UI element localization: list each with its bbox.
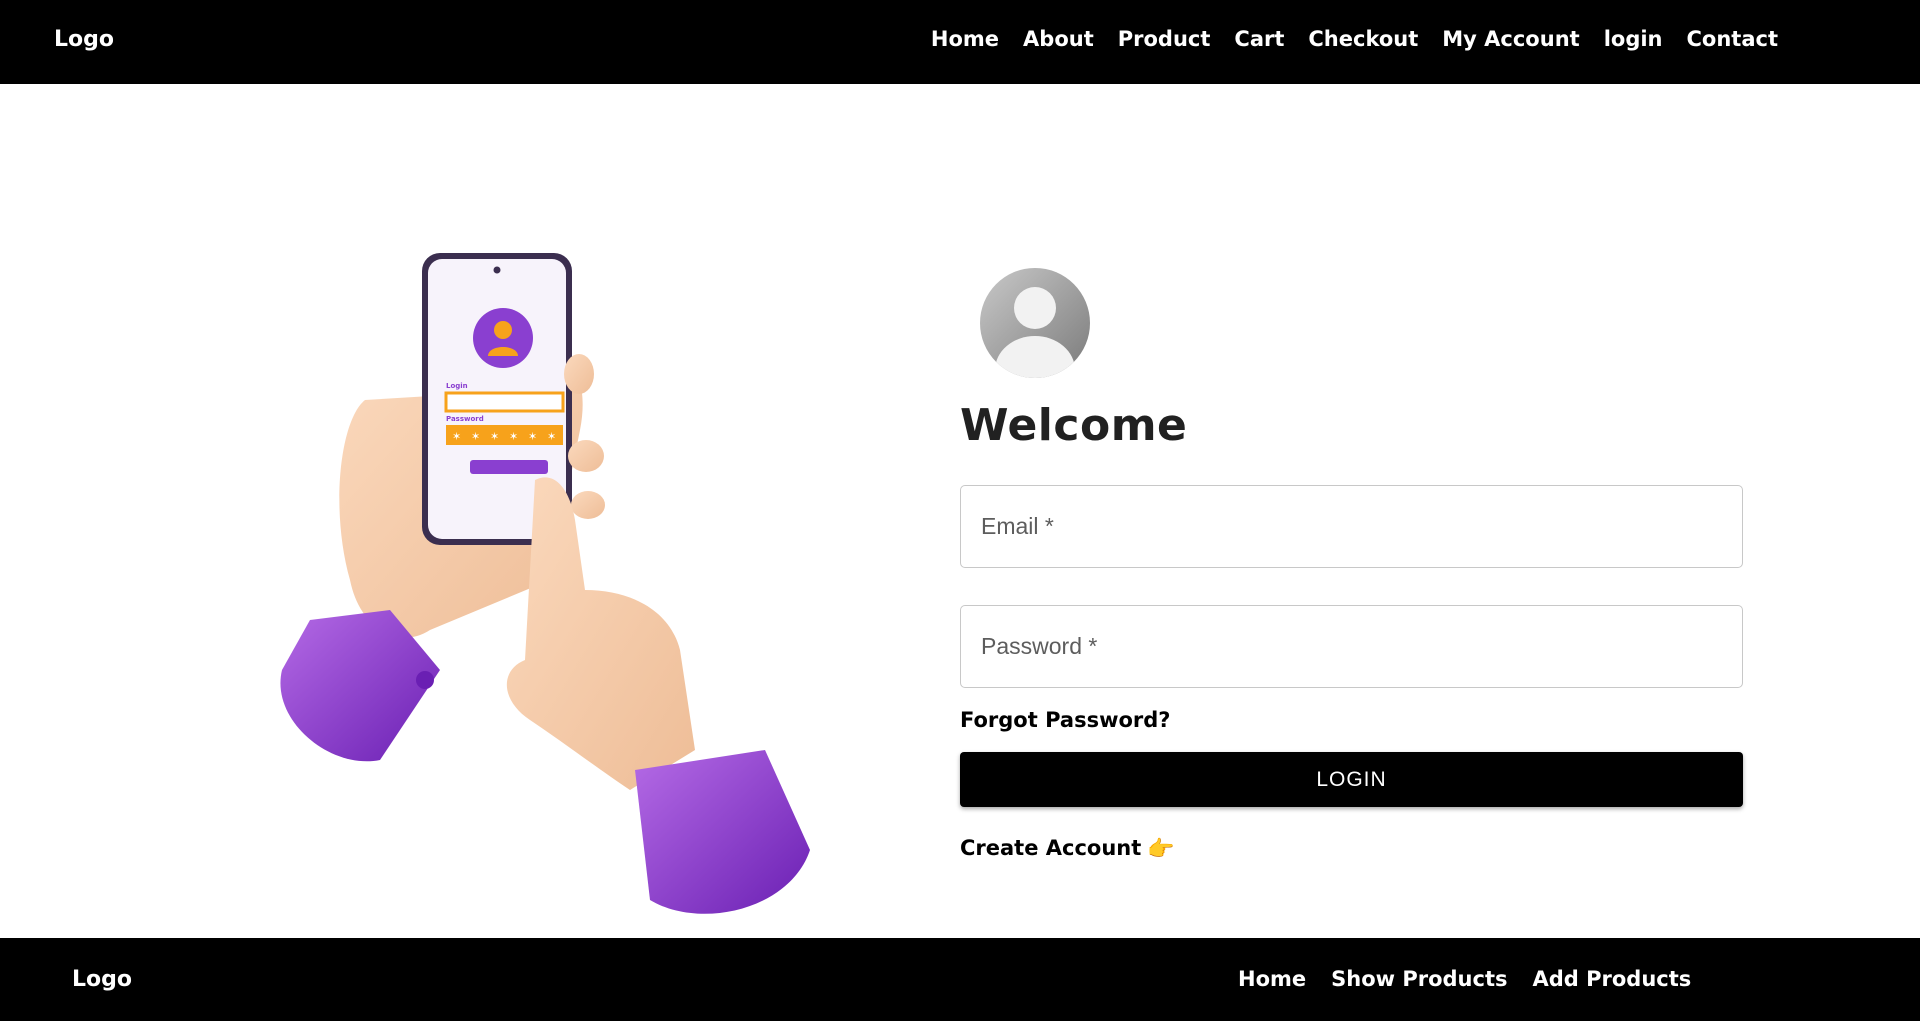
nav-product[interactable]: Product — [1118, 27, 1211, 51]
header-logo[interactable]: Logo — [54, 27, 114, 52]
create-account-link[interactable]: Create Account 👉 — [960, 835, 1743, 863]
footer-nav: Home Show Products Add Products — [1238, 967, 1691, 991]
nav-my-account[interactable]: My Account — [1442, 27, 1579, 51]
login-form: Welcome Forgot Password? LOGIN Create Ac… — [960, 268, 1743, 863]
svg-text:✶: ✶ — [547, 430, 556, 443]
nav-checkout[interactable]: Checkout — [1308, 27, 1418, 51]
phone-login-illustration: Login Password ✶ ✶ ✶ ✶ ✶ ✶ — [280, 253, 810, 914]
create-account-label: Create Account — [960, 835, 1142, 860]
svg-text:✶: ✶ — [509, 430, 518, 443]
avatar-icon — [980, 268, 1090, 378]
nav-contact[interactable]: Contact — [1687, 27, 1779, 51]
footer: Logo Home Show Products Add Products — [0, 938, 1920, 1021]
nav-home[interactable]: Home — [931, 27, 999, 51]
svg-text:✶: ✶ — [452, 430, 461, 443]
phone-password-label: Password — [446, 415, 484, 423]
header-nav: Home About Product Cart Checkout My Acco… — [931, 27, 1778, 51]
nav-about[interactable]: About — [1023, 27, 1094, 51]
page-title: Welcome — [960, 400, 1188, 451]
password-field[interactable] — [960, 605, 1743, 688]
nav-cart[interactable]: Cart — [1234, 27, 1284, 51]
email-field[interactable] — [960, 485, 1743, 568]
pointing-hand-icon: 👉 — [1147, 837, 1175, 862]
footer-logo[interactable]: Logo — [72, 967, 132, 992]
nav-login[interactable]: login — [1604, 27, 1663, 51]
footer-nav-home[interactable]: Home — [1238, 967, 1306, 991]
footer-nav-add-products[interactable]: Add Products — [1533, 967, 1692, 991]
svg-text:✶: ✶ — [490, 430, 499, 443]
svg-text:✶: ✶ — [471, 430, 480, 443]
forgot-password-link[interactable]: Forgot Password? — [960, 708, 1743, 732]
footer-nav-show-products[interactable]: Show Products — [1331, 967, 1507, 991]
header: Logo Home About Product Cart Checkout My… — [0, 0, 1920, 84]
phone-login-label: Login — [446, 382, 468, 390]
login-button[interactable]: LOGIN — [960, 752, 1743, 807]
svg-text:✶: ✶ — [528, 430, 537, 443]
